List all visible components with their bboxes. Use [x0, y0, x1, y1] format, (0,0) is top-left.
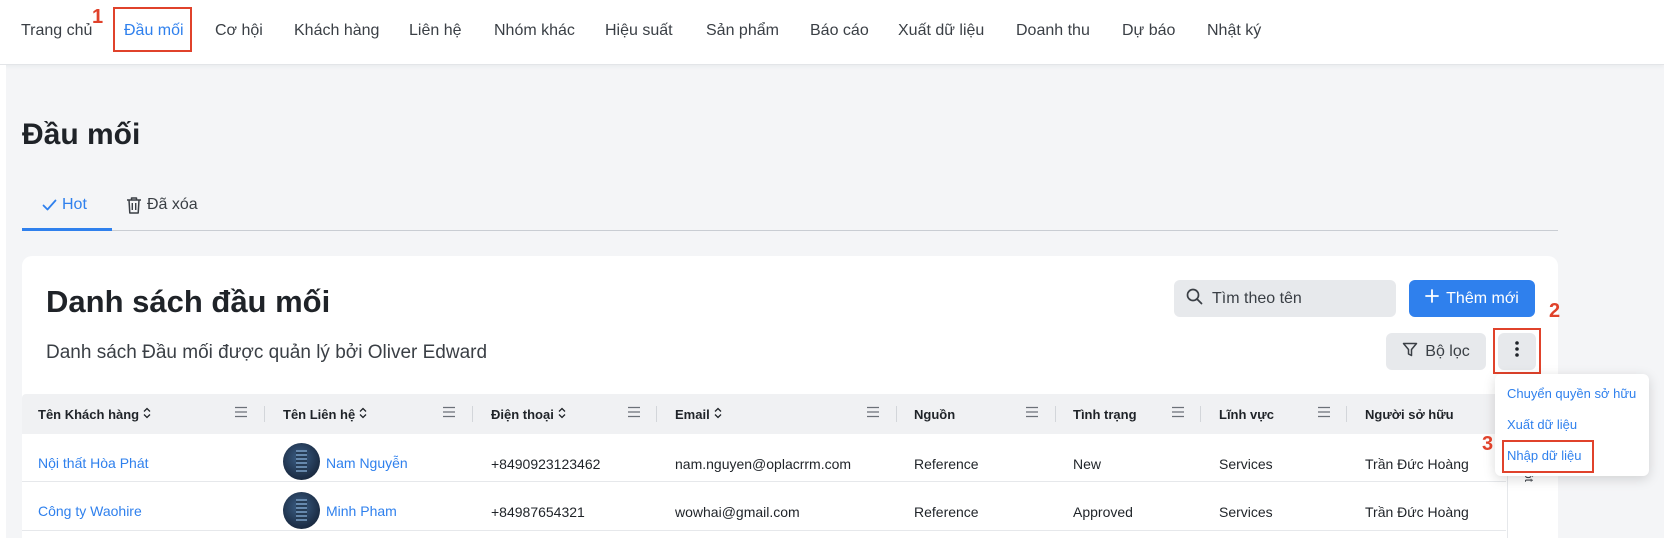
- column-separator: [896, 406, 897, 422]
- page-title: Đầu mối: [22, 118, 141, 151]
- card-subtitle: Danh sách Đầu mối được quản lý bởi Olive…: [46, 342, 488, 363]
- source-cell: Reference: [914, 456, 979, 472]
- email-cell: nam.nguyen@oplacrrm.com: [675, 456, 852, 472]
- owner-cell: Trần Đức Hoàng: [1365, 456, 1469, 472]
- customer-name-link[interactable]: Công ty Waohire: [38, 503, 142, 519]
- card-title: Danh sách đầu mối: [46, 284, 331, 319]
- nav-item-logs[interactable]: Nhật ký: [1207, 22, 1261, 40]
- column-header-owner[interactable]: Người sở hữu: [1365, 407, 1454, 422]
- column-menu-icon[interactable]: [234, 405, 248, 423]
- trash-icon: [126, 196, 142, 214]
- column-header-customer[interactable]: Tên Khách hàng: [38, 407, 151, 422]
- column-header-label: Tên Liên hệ: [283, 407, 356, 422]
- nav-item-customers[interactable]: Khách hàng: [294, 22, 379, 40]
- tab-deleted-label: Đã xóa: [147, 196, 198, 213]
- step-number-1: 1: [92, 6, 104, 28]
- column-header-email[interactable]: Email: [675, 407, 722, 422]
- search-input[interactable]: Tìm theo tên: [1174, 280, 1396, 317]
- column-header-field[interactable]: Lĩnh vực: [1219, 407, 1274, 422]
- nav-item-revenue[interactable]: Doanh thu: [1016, 22, 1090, 40]
- field-cell: Services: [1219, 504, 1273, 520]
- tab-deleted[interactable]: Đã xóa: [126, 196, 198, 214]
- highlight-box-leads-nav: [113, 7, 192, 52]
- nav-item-performance[interactable]: Hiệu suất: [605, 22, 673, 40]
- column-menu-icon[interactable]: [1025, 405, 1039, 423]
- status-cell: New: [1073, 456, 1102, 472]
- column-header-label: Lĩnh vực: [1219, 407, 1274, 422]
- phone-cell: +84987654321: [491, 504, 585, 520]
- contact-name-link[interactable]: Nam Nguyễn: [326, 455, 408, 471]
- filter-label: Bộ lọc: [1425, 342, 1470, 360]
- source-cell: Reference: [914, 504, 979, 520]
- search-icon: [1186, 288, 1203, 310]
- column-header-label: Tình trạng: [1073, 407, 1137, 422]
- column-separator: [1200, 406, 1201, 422]
- column-header-label: Email: [675, 407, 710, 422]
- nav-item-opportunities[interactable]: Cơ hội: [215, 22, 263, 40]
- menu-item-export-data[interactable]: Xuất dữ liệu: [1507, 417, 1577, 432]
- column-menu-icon[interactable]: [442, 405, 456, 423]
- sort-icon: [714, 407, 722, 422]
- add-new-label: Thêm mới: [1446, 289, 1519, 307]
- add-new-button[interactable]: Thêm mới: [1409, 280, 1535, 317]
- column-separator: [1346, 406, 1347, 422]
- customer-name-link[interactable]: Nội thất Hòa Phát: [38, 455, 149, 471]
- nav-item-export-data[interactable]: Xuất dữ liệu: [898, 22, 984, 40]
- tab-active-indicator: [22, 228, 112, 231]
- tab-hot[interactable]: Hot: [42, 196, 87, 214]
- column-header-label: Nguồn: [914, 407, 956, 422]
- check-icon: [42, 199, 57, 211]
- column-header-phone[interactable]: Điện thoại: [491, 407, 566, 422]
- menu-item-transfer-ownership[interactable]: Chuyển quyền sở hữu: [1507, 386, 1636, 401]
- plus-icon: [1425, 289, 1440, 308]
- column-separator: [1055, 406, 1056, 422]
- phone-cell: +8490923123462: [491, 456, 601, 472]
- left-edge: [0, 65, 6, 538]
- highlight-box-more-options: [1493, 328, 1541, 374]
- column-header-contact[interactable]: Tên Liên hệ: [283, 407, 367, 422]
- tabs-divider: [22, 230, 1558, 231]
- nav-item-home[interactable]: Trang chủ: [21, 22, 92, 40]
- column-menu-icon[interactable]: [866, 405, 880, 423]
- sort-icon: [558, 407, 566, 422]
- filter-icon: [1402, 342, 1418, 362]
- highlight-box-import-data: [1502, 440, 1594, 473]
- nav-item-products[interactable]: Sản phẩm: [706, 22, 779, 40]
- column-menu-icon[interactable]: [1317, 405, 1331, 423]
- filter-button[interactable]: Bộ lọc: [1386, 333, 1486, 370]
- field-cell: Services: [1219, 456, 1273, 472]
- column-header-label: Điện thoại: [491, 407, 554, 422]
- step-number-2: 2: [1549, 300, 1561, 322]
- column-menu-icon[interactable]: [627, 405, 641, 423]
- nav-item-forecast[interactable]: Dự báo: [1122, 22, 1175, 40]
- owner-cell: Trần Đức Hoàng: [1365, 504, 1469, 520]
- avatar: [283, 492, 320, 529]
- step-number-3: 3: [1482, 433, 1494, 455]
- sort-icon: [143, 407, 151, 422]
- avatar: [283, 443, 320, 480]
- tab-hot-label: Hot: [62, 196, 87, 213]
- sort-icon: [359, 407, 367, 422]
- email-cell: wowhai@gmail.com: [675, 504, 800, 520]
- column-header-source[interactable]: Nguồn: [914, 407, 955, 422]
- column-header-label: Người sở hữu: [1365, 407, 1454, 422]
- status-cell: Approved: [1073, 504, 1133, 520]
- contact-name-link[interactable]: Minh Pham: [326, 503, 397, 519]
- column-header-status[interactable]: Tình trạng: [1073, 407, 1137, 422]
- column-separator: [472, 406, 473, 422]
- search-placeholder: Tìm theo tên: [1212, 289, 1302, 307]
- nav-item-other-groups[interactable]: Nhóm khác: [494, 22, 575, 40]
- column-menu-icon[interactable]: [1171, 405, 1185, 423]
- column-header-label: Tên Khách hàng: [38, 407, 140, 422]
- nav-item-reports[interactable]: Báo cáo: [810, 22, 869, 40]
- top-navigation: Trang chủ Đầu mối Cơ hội Khách hàng Liên…: [0, 0, 1664, 65]
- nav-item-contacts[interactable]: Liên hệ: [409, 22, 462, 40]
- column-separator: [264, 406, 265, 422]
- column-separator: [656, 406, 657, 422]
